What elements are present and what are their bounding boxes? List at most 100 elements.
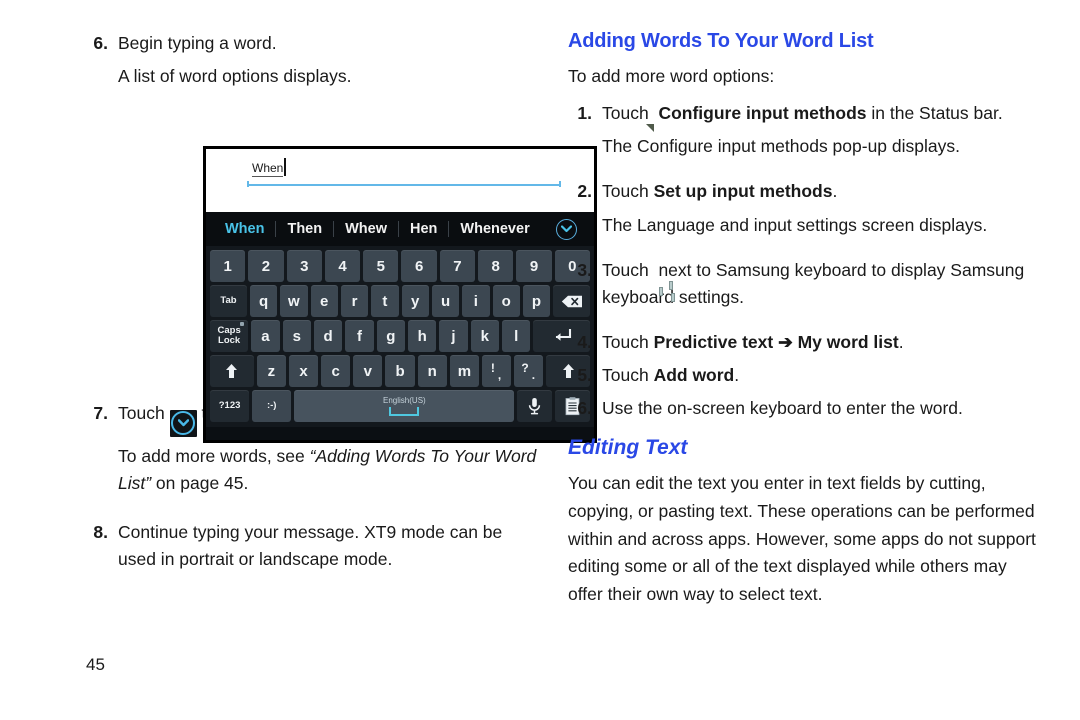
key-9[interactable]: 9 — [516, 250, 552, 282]
punct-right: , — [497, 368, 502, 382]
step-6-subtext: A list of word options displays. — [118, 66, 352, 87]
step-bold-term: Set up input methods — [653, 181, 833, 202]
key-v[interactable]: v — [353, 355, 383, 387]
punct-left: ! — [490, 361, 495, 375]
key-s[interactable]: s — [282, 320, 311, 352]
key-5[interactable]: 5 — [363, 250, 399, 282]
phone-text-field[interactable]: When — [206, 149, 594, 212]
key-3[interactable]: 3 — [286, 250, 322, 282]
on-screen-keyboard: 1 2 3 4 5 6 7 8 9 0 Tab q w e r t y u i … — [206, 246, 594, 427]
key-t[interactable]: t — [371, 285, 399, 317]
step-3-right: 3. Touch next to Samsung keyboard to dis… — [568, 257, 1038, 311]
shift-icon-left[interactable] — [210, 355, 254, 387]
key-space[interactable]: English(US) — [294, 390, 515, 422]
suggestion-word[interactable]: Then — [276, 221, 333, 237]
key-l[interactable]: l — [502, 320, 531, 352]
space-bar-glyph — [389, 406, 420, 416]
key-z[interactable]: z — [256, 355, 286, 387]
step-text: Touch next to Samsung keyboard to displa… — [602, 257, 1038, 311]
step-2-right: 2. Touch Set up input methods. — [568, 178, 1038, 205]
suggestion-word[interactable]: When — [214, 221, 275, 237]
key-o[interactable]: o — [492, 285, 520, 317]
step-number: 2. — [577, 181, 592, 202]
key-x[interactable]: x — [288, 355, 319, 387]
key-k[interactable]: k — [470, 320, 500, 352]
suggestion-word[interactable]: Whenever — [449, 221, 540, 237]
slider-knob — [658, 286, 663, 296]
step-text: Touch Set up input methods. — [602, 178, 1038, 205]
key-1[interactable]: 1 — [210, 250, 246, 282]
step-2-subtext: The Language and input settings screen d… — [602, 214, 988, 235]
punct-left: ? — [521, 361, 529, 375]
editing-text-paragraph: You can edit the text you enter in text … — [568, 473, 1036, 604]
section-heading-adding-words: Adding Words To Your Word List — [568, 30, 874, 52]
key-8[interactable]: 8 — [478, 250, 514, 282]
typed-text: When — [252, 161, 284, 177]
keyboard-row-function: ?123 :-) English(US) — [210, 390, 590, 422]
page-number: 45 — [86, 655, 105, 674]
step-text: Touch Add word. — [602, 362, 1038, 389]
step-text-after: . — [898, 331, 904, 352]
key-u[interactable]: u — [431, 285, 460, 317]
key-exclamation-comma[interactable]: !, — [481, 355, 512, 387]
slider-knob — [670, 292, 675, 302]
key-2[interactable]: 2 — [248, 250, 284, 282]
suggestion-word[interactable]: Whew — [334, 221, 398, 237]
step-6-right: 6. Use the on-screen keyboard to enter t… — [568, 395, 1038, 422]
microphone-icon[interactable] — [517, 390, 553, 422]
keyboard-row-top: Tab q w e r t y u i o p — [210, 285, 591, 317]
manual-page: 6. Begin typing a word. A list of word o… — [0, 0, 1080, 720]
key-b[interactable]: b — [385, 355, 415, 387]
key-m[interactable]: m — [449, 355, 479, 387]
key-7[interactable]: 7 — [439, 250, 476, 282]
key-g[interactable]: g — [376, 320, 405, 352]
step-text-before: Touch — [602, 103, 649, 124]
step-text: Touch Predictive text ➔ My word list. — [602, 329, 1038, 356]
key-emoticon[interactable]: :-) — [252, 390, 292, 422]
step-1-subtext: The Configure input methods pop-up displ… — [602, 136, 960, 157]
key-caps-lock[interactable]: Caps Lock — [210, 320, 249, 352]
key-d[interactable]: d — [313, 320, 343, 352]
key-a[interactable]: a — [251, 320, 280, 352]
chevron-down-circle-icon[interactable] — [169, 409, 197, 437]
step-1-right: 1. Touch Configure input methods in the … — [568, 100, 1038, 133]
step-text-before: Touch — [602, 365, 654, 385]
key-f[interactable]: f — [345, 320, 374, 352]
step-6-left: 6. Begin typing a word. — [84, 30, 544, 57]
step-number: 8. — [93, 522, 108, 542]
step-bold-term: Add word — [653, 365, 735, 385]
section-heading-editing-text: Editing Text — [568, 436, 688, 460]
key-4[interactable]: 4 — [324, 250, 361, 282]
step-number: 5. — [577, 365, 592, 385]
key-h[interactable]: h — [407, 320, 437, 352]
field-underline — [247, 181, 561, 187]
step-number: 3. — [577, 259, 592, 280]
step-number: 4. — [577, 331, 592, 352]
keyboard-row-bottom: z x c v b n m !, ?. — [210, 355, 591, 387]
key-6[interactable]: 6 — [401, 250, 437, 282]
chevron-circle — [171, 411, 196, 436]
key-symbols[interactable]: ?123 — [210, 390, 250, 422]
key-e[interactable]: e — [310, 285, 338, 317]
key-p[interactable]: p — [522, 285, 551, 317]
suggestion-bar: When Then Whew Hen Whenever — [206, 212, 594, 246]
step-text-before: Touch — [602, 181, 654, 202]
key-c[interactable]: c — [321, 355, 351, 387]
key-j[interactable]: j — [439, 320, 468, 352]
step-number: 6. — [577, 398, 592, 419]
step-8-left: 8. Continue typing your message. XT9 mod… — [84, 519, 544, 573]
key-w[interactable]: w — [280, 285, 308, 317]
key-q[interactable]: q — [249, 285, 278, 317]
step-text: Begin typing a word. — [118, 33, 277, 53]
step-5-right: 5. Touch Add word. — [568, 362, 1038, 389]
key-y[interactable]: y — [401, 285, 429, 317]
key-tab[interactable]: Tab — [210, 285, 247, 317]
step-text-after: . — [734, 365, 740, 385]
key-question-period[interactable]: ?. — [514, 355, 544, 387]
step-text: Touch Configure input methods in the Sta… — [602, 100, 1038, 133]
key-i[interactable]: i — [462, 285, 490, 317]
key-r[interactable]: r — [340, 285, 369, 317]
step-bold-term: Configure input methods — [658, 103, 867, 124]
suggestion-word[interactable]: Hen — [399, 221, 448, 237]
key-n[interactable]: n — [417, 355, 447, 387]
